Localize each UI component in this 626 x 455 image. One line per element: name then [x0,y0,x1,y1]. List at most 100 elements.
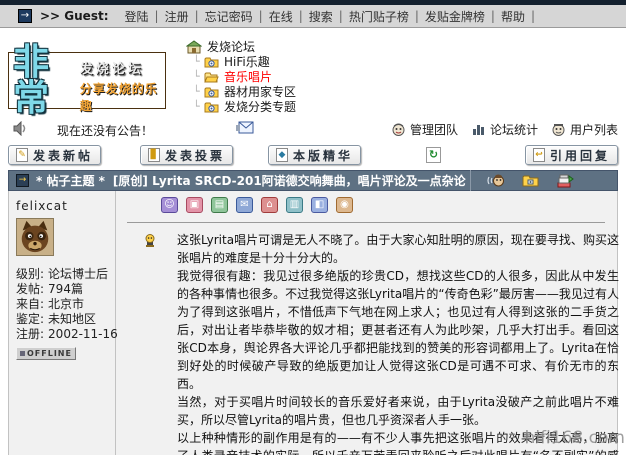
guest-label: >> Guest: [40,9,109,23]
folder-archive-icon[interactable] [522,174,539,187]
profile-icon[interactable]: ☺ [161,197,178,213]
posts-value: 794篇 [48,282,83,297]
tree-item-label[interactable]: 发烧分类专题 [224,98,296,115]
separator: | [415,9,419,23]
region-label: 鉴定: [16,312,44,327]
tree-connector: └ [193,70,204,83]
bar-chart-icon [472,123,485,136]
tree-connector: └ [193,85,204,98]
link-hot-posts[interactable]: 热门贴子榜 [349,8,409,25]
user-face-icon [552,123,565,137]
thread-arrow-icon[interactable]: → [16,174,29,187]
site-logo[interactable]: 非常 发烧论坛 分享发烧的乐趣 [8,52,166,109]
level-value: 论坛博士后 [48,267,108,282]
offline-dot-icon [20,351,25,356]
new-post-label: 发表新帖 [33,147,93,164]
top-navigation-bar: → >> Guest: 登陆 | 注册 | 忘记密码 | 在线 | 搜索 | 热… [0,5,626,28]
announcement-row: 现在还没有公告！ 管理团队 论坛统计 用户列表 [8,120,618,140]
post-paragraph: 这张Lyrita唱片可谓是无人不晓了。由于大家心知肚明的原因，现在要寻找、购买这… [177,231,619,267]
tree-connector: └ [193,55,204,68]
edit-post-icon[interactable]: ▥ [286,197,303,213]
new-post-icon: ✎ [16,148,28,162]
reply-arrow-icon: ↩ [533,148,545,162]
from-value: 北京市 [48,297,84,312]
link-help[interactable]: 帮助 [501,8,525,25]
registered-label: 注册: [16,327,44,342]
homepage-icon[interactable]: ⌂ [261,197,278,213]
site-watermark: hifi168.com [525,428,625,448]
new-post-button[interactable]: ✎ 发表新帖 [8,145,101,165]
folder-icon [204,56,219,68]
link-login[interactable]: 登陆 [125,8,149,25]
link-register[interactable]: 注册 [165,8,189,25]
forum-page: → >> Guest: 登陆 | 注册 | 忘记密码 | 在线 | 搜索 | 热… [0,0,626,455]
refresh-icon[interactable]: ↻ [426,147,441,163]
admin-links-group: 管理团队 论坛统计 用户列表 [392,121,618,138]
link-online[interactable]: 在线 [269,8,293,25]
author-from-row: 来自: 北京市 [16,297,108,312]
announcement-text: 现在还没有公告！ [57,122,153,139]
offline-status-badge: OFFLINE [16,347,76,360]
logo-subtitle-2: 分享发烧的乐趣 [80,80,161,114]
admin-face-icon [392,123,405,137]
separator: | [339,9,343,23]
from-label: 来自: [16,297,44,312]
post-panel: ☺ ▣ ▤ ✉ ⌂ ▥ ◧ ◉ 这张Lyrita唱片可谓是无人不晓了。由于大家心… [117,191,617,455]
report-post-icon[interactable]: ◉ [336,197,353,213]
author-region-row: 鉴定: 未知地区 [16,312,108,327]
author-info: 级别: 论坛博士后 发帖: 794篇 来自: 北京市 鉴定: 未知地区 注册: [16,267,108,342]
link-search[interactable]: 搜索 [309,8,333,25]
printer-icon[interactable] [556,174,574,188]
quote-reply-button[interactable]: ↩ 引用回复 [525,145,618,165]
tree-item-equipment[interactable]: └ 器材用家专区 [193,84,296,99]
thread-subject: [原创] Lyrita SRCD-201阿诺德交响舞曲，唱片评论及一点杂论 [113,172,466,189]
posts-list-icon[interactable]: ▤ [211,197,228,213]
forum-tree-navigation: 发烧论坛 └ HiFi乐趣 └ 音乐唱片 └ 器材用家专区 └ [186,39,296,114]
logo-subtitle-1: 发烧论坛 [80,58,161,77]
announce-voice-icon[interactable] [487,173,505,188]
post-action-icons: ☺ ▣ ▤ ✉ ⌂ ▥ ◧ ◉ [161,197,353,213]
forum-home-icon [186,40,202,54]
quote-post-icon[interactable]: ◧ [311,197,328,213]
thread-main-area: felixcat 级别: 论坛博士后 [8,191,618,455]
post-body: 这张Lyrita唱片可谓是无人不晓了。由于大家心知肚明的原因，现在要寻找、购买这… [177,231,619,455]
essence-label: 本版精华 [293,147,353,164]
logo-main-text: 非常 [13,45,74,117]
forward-arrow-icon[interactable]: → [18,9,32,23]
post-paragraph: 我觉得很有趣：我见过很多绝版的珍贵CD，想找这些CD的人很多，因此从中发生的各种… [177,267,619,393]
new-mail-icon[interactable] [236,121,254,137]
tree-item-music-records[interactable]: └ 音乐唱片 [193,69,296,84]
quote-reply-label: 引用回复 [550,147,610,164]
level-label: 级别: [16,267,44,282]
folder-icon [204,101,219,113]
new-poll-button[interactable]: ▊ 发表投票 [140,145,233,165]
offline-label: OFFLINE [27,349,72,358]
user-list-link[interactable]: 用户列表 [552,121,618,138]
separator: | [531,9,535,23]
admin-team-link[interactable]: 管理团队 [392,121,458,138]
link-gold-posters[interactable]: 发贴金牌榜 [425,8,485,25]
author-registered-row: 注册: 2002-11-16 [16,327,108,342]
private-message-icon[interactable]: ▣ [186,197,203,213]
link-forgot-password[interactable]: 忘记密码 [205,8,253,25]
thread-toolbar-icons [470,170,610,191]
post-emoticon-icon [143,233,157,251]
separator: | [155,9,159,23]
author-username[interactable]: felixcat [16,199,108,213]
gem-icon: ◆ [276,148,288,162]
posts-label: 发帖: [16,282,44,297]
thread-title-bar: → * 帖子主题 * [原创] Lyrita SRCD-201阿诺德交响舞曲，唱… [8,170,618,191]
registered-value: 2002-11-16 [48,327,118,342]
author-panel: felixcat 级别: 论坛博士后 [9,191,116,455]
logo-side-text: 发烧论坛 分享发烧的乐趣 [80,58,161,114]
email-icon[interactable]: ✉ [236,197,253,213]
forum-stats-link[interactable]: 论坛统计 [472,121,538,138]
post-divider [127,222,605,223]
separator: | [195,9,199,23]
essence-button[interactable]: ◆ 本版精华 [268,145,361,165]
new-poll-label: 发表投票 [165,147,225,164]
forum-stats-label: 论坛统计 [490,121,538,138]
separator: | [259,9,263,23]
tree-item-topics[interactable]: └ 发烧分类专题 [193,99,296,114]
tree-item-hifi[interactable]: └ HiFi乐趣 [193,54,296,69]
